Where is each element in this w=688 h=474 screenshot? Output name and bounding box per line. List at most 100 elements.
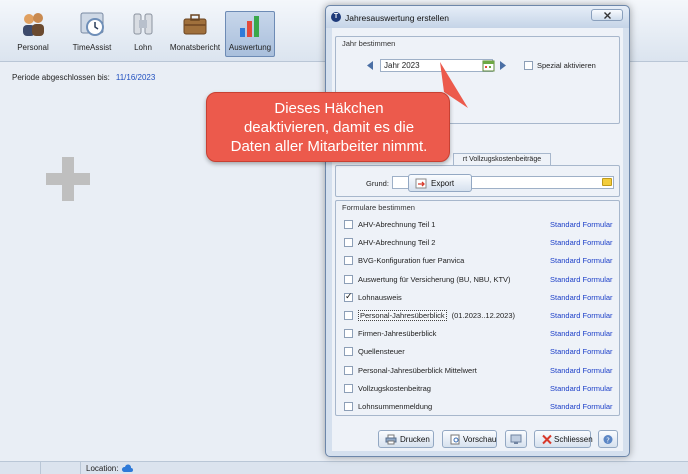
drucken-button[interactable]: Drucken <box>378 430 434 448</box>
toolbar-item-label: Auswertung <box>228 43 272 52</box>
periode-label: Periode abgeschlossen bis: <box>12 73 110 82</box>
formular-row[interactable]: Personal-Jahresüberblick Mittelwert Stand… <box>332 362 623 380</box>
standard-formular-link[interactable]: Standard Formular <box>550 220 613 229</box>
vorschau-label: Vorschau <box>463 435 497 444</box>
periode-date: 11/16/2023 <box>115 73 156 82</box>
location-label: Location: <box>86 464 119 473</box>
formular-label-text: Lohnsummenmeldung <box>358 402 433 411</box>
callout-line: deaktivieren, damit es die <box>243 119 415 136</box>
formular-row[interactable]: AHV-Abrechnung Teil 2 Standard Formular <box>332 234 623 252</box>
formular-checkbox[interactable] <box>344 365 353 375</box>
spezial-label: Spezial aktivieren <box>537 61 596 70</box>
toolbar-personal-button[interactable]: Personal <box>10 10 56 58</box>
formular-label: BVG-Konfiguration fuer Panvica <box>358 256 464 265</box>
printer-icon <box>385 434 397 445</box>
formular-checkbox[interactable] <box>344 238 353 248</box>
standard-formular-link[interactable]: Standard Formular <box>550 293 613 302</box>
formular-row[interactable]: Lohnausweis Standard Formular <box>332 289 623 307</box>
year-field[interactable]: Jahr 2023 <box>380 59 493 72</box>
callout-line: Dieses Häkchen <box>274 100 384 117</box>
formular-label-text: Firmen-Jahresüberblick <box>358 329 437 339</box>
drucken-label: Drucken <box>400 435 430 444</box>
formular-label: Firmen-Jahresüberblick <box>358 329 436 338</box>
preview-icon <box>450 434 460 445</box>
formular-row[interactable]: Auswertung für Versicherung (BU, NBU, KT… <box>332 271 623 289</box>
formular-row[interactable]: BVG-Konfiguration fuer Panvica Standard F… <box>332 252 623 270</box>
formular-checkbox[interactable] <box>344 274 353 284</box>
standard-formular-link[interactable]: Standard Formular <box>550 366 613 375</box>
people-icon <box>23 13 44 36</box>
schliessen-button[interactable]: Schliessen <box>534 430 593 448</box>
formular-checkbox[interactable] <box>344 329 353 339</box>
svg-text:?: ? <box>606 437 610 445</box>
app-icon: T <box>331 12 341 22</box>
add-icon[interactable] <box>44 155 92 203</box>
formular-checkbox[interactable] <box>344 311 353 320</box>
toolbar-item-label: TimeAssist <box>72 43 112 52</box>
formular-label-text: AHV-Abrechnung Teil 1 <box>358 220 436 229</box>
arrow-right-icon[interactable] <box>497 60 508 71</box>
formular-label-text: Personal-Jahresüberblick Mittelwert <box>358 365 477 375</box>
formular-row[interactable]: Firmen-Jahresüberblick Standard Formular <box>332 325 623 343</box>
formular-row[interactable]: Vollzugskostenbeitrag Standard Formular <box>332 380 623 398</box>
toolbar-lohn-button[interactable]: Lohn <box>128 10 158 58</box>
formular-label: Lohnsummenmeldung <box>358 402 432 411</box>
dialog-title: Jahresauswertung erstellen <box>345 13 449 23</box>
formular-row[interactable]: Lohnsummenmeldung Standard Formular <box>332 398 623 416</box>
formular-label: Lohnausweis <box>358 293 402 302</box>
standard-formular-link[interactable]: Standard Formular <box>550 275 613 284</box>
formular-label-text: Quellensteuer <box>358 347 405 357</box>
formular-label-text: Personal-Jahresüberblick <box>358 310 447 321</box>
status-divider <box>80 462 81 474</box>
toolbar-auswertung-button[interactable]: Auswertung <box>225 11 275 57</box>
help-button[interactable]: ? <box>598 430 618 448</box>
standard-formular-link[interactable]: Standard Formular <box>550 347 613 356</box>
formular-label-text: AHV-Abrechnung Teil 2 <box>358 238 436 248</box>
monitor-icon <box>510 434 522 444</box>
toolbar-timeassist-button[interactable]: TimeAssist <box>66 10 118 58</box>
formular-row[interactable]: Personal-Jahresüberblick (01.2023..12.202… <box>332 307 623 325</box>
clock-icon <box>80 12 104 36</box>
close-button[interactable] <box>591 9 623 21</box>
folder-icon[interactable] <box>602 178 612 186</box>
standard-formular-link[interactable]: Standard Formular <box>550 329 613 338</box>
close-icon <box>604 12 611 19</box>
formular-checkbox[interactable] <box>344 383 353 393</box>
formular-label: Auswertung für Versicherung (BU, NBU, KT… <box>358 275 511 284</box>
standard-formular-link[interactable]: Standard Formular <box>550 402 613 411</box>
formular-checkbox[interactable] <box>344 220 353 229</box>
formulare-group-title: Formulare bestimmen <box>342 203 415 212</box>
payroll-icon <box>133 13 153 35</box>
grund-label: Grund: <box>366 179 389 188</box>
tab-vollzugskostenbeitraege[interactable]: rt Vollzugskostenbeiträge <box>453 153 551 165</box>
briefcase-icon <box>183 14 207 35</box>
formular-checkbox[interactable] <box>344 256 353 266</box>
standard-formular-link[interactable]: Standard Formular <box>550 238 613 247</box>
standard-formular-link[interactable]: Standard Formular <box>550 256 613 265</box>
formular-label-text: Auswertung für Versicherung (BU, NBU, KT… <box>358 274 511 284</box>
standard-formular-link[interactable]: Standard Formular <box>550 311 613 320</box>
standard-formular-link[interactable]: Standard Formular <box>550 384 613 393</box>
annotation-callout: Dieses Häkchen deaktivieren, damit es di… <box>206 92 450 162</box>
extra-button[interactable] <box>505 430 527 448</box>
export-button[interactable]: Export <box>408 174 472 192</box>
schliessen-label: Schliessen <box>554 435 593 444</box>
toolbar-item-label: Lohn <box>134 43 152 52</box>
close-icon <box>542 434 552 445</box>
export-label: Export <box>431 179 455 188</box>
formular-label-text: Lohnausweis <box>358 292 402 302</box>
export-icon <box>415 178 427 189</box>
formular-row[interactable]: Quellensteuer Standard Formular <box>332 343 623 361</box>
toolbar-item-label: Personal <box>17 43 49 52</box>
formular-row[interactable]: AHV-Abrechnung Teil 1 Standard Formular <box>332 216 623 234</box>
spezial-checkbox[interactable] <box>524 61 533 70</box>
vorschau-button[interactable]: Vorschau <box>442 430 497 448</box>
dialog-titlebar[interactable]: T Jahresauswertung erstellen <box>326 6 629 28</box>
formular-checkbox[interactable] <box>344 402 353 411</box>
toolbar-monatsbericht-button[interactable]: Monatsbericht <box>168 10 222 58</box>
formular-checkbox[interactable] <box>344 291 353 302</box>
arrow-left-icon[interactable] <box>365 60 376 71</box>
formular-checkbox[interactable] <box>344 347 353 357</box>
calendar-icon[interactable] <box>482 59 495 72</box>
formular-label: AHV-Abrechnung Teil 2 <box>358 238 435 247</box>
